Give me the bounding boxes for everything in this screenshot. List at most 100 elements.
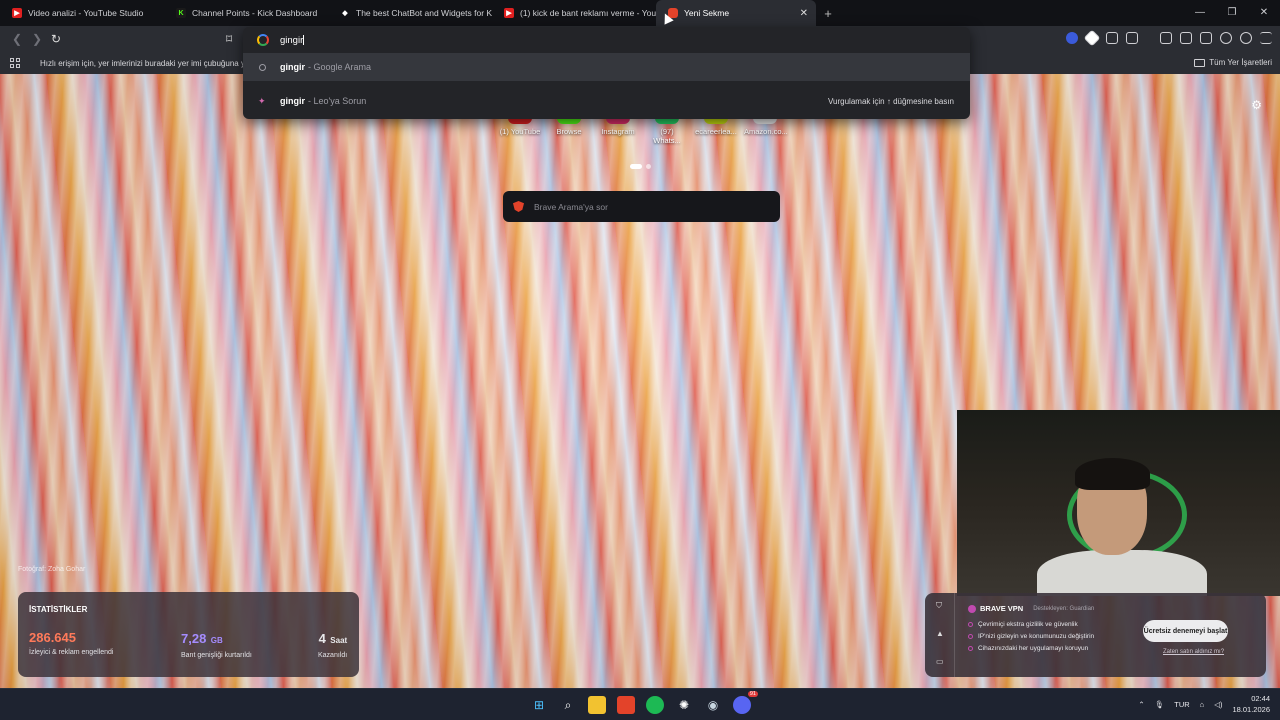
search-icon[interactable]: ⌕	[559, 696, 577, 714]
search-icon	[259, 63, 266, 71]
tab-title: Channel Points - Kick Dashboard	[192, 8, 318, 18]
brave-icon[interactable]	[617, 696, 635, 714]
kick-icon: K	[176, 8, 186, 18]
vpn-features: Çevrimiçi ekstra gizlilik ve güvenlik IP…	[968, 621, 1094, 657]
windows-start-icon[interactable]: ⊞	[530, 696, 548, 714]
chevron-up-icon[interactable]: ⌃	[1138, 700, 1144, 709]
stat-value: 286.645	[29, 630, 76, 645]
suggestion-source: - Leo'ya Sorun	[308, 96, 367, 106]
suggestion-query: gingir	[280, 62, 305, 72]
tab-youtube-studio[interactable]: ▶ Video analizi - YouTube Studio	[0, 0, 164, 26]
stat-label: Bant genişliği kurtarıldı	[181, 652, 252, 659]
address-input[interactable]: gingir	[280, 35, 305, 46]
wallet-icon[interactable]	[1200, 32, 1212, 44]
brave-search-input[interactable]	[534, 201, 774, 212]
file-explorer-icon[interactable]	[588, 696, 606, 714]
sidebar-icon[interactable]	[1180, 32, 1192, 44]
close-tab-icon[interactable]: ✕	[800, 8, 808, 19]
address-input-row[interactable]: gingir	[243, 27, 970, 53]
top-site-label: (97) Whats...	[653, 127, 681, 145]
tab-title: Yeni Sekme	[684, 8, 730, 18]
vpn-sponsor: Destekleyen: Guardian	[1033, 605, 1095, 612]
tab-chatbot[interactable]: ◆ The best ChatBot and Widgets for Ki	[328, 0, 492, 26]
top-site-label: ecareerlea...	[695, 127, 737, 136]
suggestion-source: - Google Arama	[308, 62, 372, 72]
stat-time: 4 Saat Kazanıldı	[318, 630, 347, 659]
suggestion-query: gingir	[280, 96, 305, 106]
all-bookmarks-button[interactable]: Tüm Yer İşaretleri	[1194, 58, 1272, 67]
youtube-icon: ▶	[12, 8, 22, 18]
stat-blocked: 286.645 İzleyici & reklam engellendi	[29, 630, 113, 656]
address-bar-dropdown: gingir gingir - Google Arama ✦ gingir - …	[243, 27, 970, 119]
vpn-feature: IP'nizi gizleyin ve konumunuzu değiştiri…	[968, 633, 1094, 640]
brave-search-box[interactable]	[503, 191, 780, 222]
folder-icon	[1194, 58, 1206, 67]
vpn-shield-icon[interactable]: ⛉	[936, 601, 942, 611]
person-hair	[1075, 458, 1150, 490]
tab-kick-dashboard[interactable]: K Channel Points - Kick Dashboard	[164, 0, 328, 26]
system-tray: ⌃ 🎙︎ TUR ⌂ ◁) 02:44 18.01.2026	[1138, 693, 1270, 715]
music-icon[interactable]	[1160, 32, 1172, 44]
steam-icon[interactable]: ◉	[704, 696, 722, 714]
stats-widget: İSTATİSTİKLER 286.645 İzleyici & reklam …	[18, 592, 359, 677]
warning-icon[interactable]: ▲	[936, 629, 944, 638]
bookmark-icon[interactable]: ⌑	[226, 32, 232, 46]
clock[interactable]: 02:44 18.01.2026	[1232, 693, 1270, 715]
already-purchased-link[interactable]: Zaten satın aldınız mı?	[1163, 649, 1224, 655]
clock-time: 02:44	[1251, 694, 1270, 703]
network-icon[interactable]: ⌂	[1200, 700, 1205, 709]
windows-taskbar: ⊞ ⌕ ✺ ◉ 91 ⌃ 🎙︎ TUR ⌂ ◁) 02:44 18.01.202…	[0, 688, 1280, 720]
top-site-label: Instagram	[601, 127, 635, 136]
minimize-icon[interactable]: —	[1184, 0, 1216, 26]
suggestion-leo[interactable]: ✦ gingir - Leo'ya Sorun Vurgulamak için …	[243, 87, 970, 115]
discord-badge: 91	[747, 691, 758, 697]
tab-title: (1) kick de bant reklamı verme - YouT	[520, 8, 656, 18]
stat-value: 4	[318, 631, 326, 646]
back-icon[interactable]: ❮	[12, 32, 22, 46]
bookmarks-hint: Hızlı erişim için, yer imlerinizi burada…	[40, 59, 245, 68]
discord-icon[interactable]: 91	[733, 691, 758, 714]
microphone-icon[interactable]: 🎙︎	[1155, 700, 1165, 709]
widget-switcher: ⛉ ▲ ▭	[925, 593, 955, 677]
card-icon[interactable]: ▭	[936, 657, 944, 666]
reload-icon[interactable]: ↻	[51, 32, 61, 46]
new-tab-button[interactable]: +	[816, 6, 840, 21]
profile-icon[interactable]	[1066, 32, 1078, 44]
tab-title: The best ChatBot and Widgets for Ki	[356, 8, 492, 18]
extensions-puzzle-icon[interactable]	[1106, 32, 1118, 44]
photo-credit[interactable]: Fotoğraf: Zoha Gohar	[18, 566, 85, 573]
screenshot-icon[interactable]	[1126, 32, 1138, 44]
tab-new-tab[interactable]: Yeni Sekme ✕	[656, 0, 816, 26]
leo-ai-icon[interactable]	[1220, 32, 1232, 44]
maximize-icon[interactable]: ❐	[1216, 0, 1248, 26]
taskbar-apps: ⊞ ⌕ ✺ ◉ 91	[530, 691, 758, 714]
volume-icon[interactable]: ◁)	[1214, 700, 1222, 709]
tab-youtube-video[interactable]: ▶ (1) kick de bant reklamı verme - YouT	[492, 0, 656, 26]
top-site-label: Browse	[556, 127, 582, 136]
top-site-label: Amazon.co...	[744, 127, 788, 136]
close-window-icon[interactable]: ✕	[1248, 0, 1280, 26]
stat-label: İzleyici & reklam engellendi	[29, 649, 114, 656]
menu-icon[interactable]	[1260, 32, 1272, 44]
forward-icon[interactable]: ❯	[32, 32, 42, 46]
webcam-overlay	[957, 410, 1280, 596]
stat-bandwidth: 7,28 GB Bant genişliği kurtarıldı	[181, 630, 252, 659]
clock-date: 18.01.2026	[1232, 705, 1270, 714]
suggestion-google[interactable]: gingir - Google Arama	[243, 53, 970, 81]
tab-strip: ▶ Video analizi - YouTube Studio K Chann…	[0, 0, 1280, 26]
gear-icon[interactable]: ⚙	[1251, 98, 1262, 112]
extension-diamond-icon[interactable]	[1083, 29, 1101, 47]
brave-lion-icon	[513, 201, 524, 212]
vpn-header: BRAVE VPN Destekleyen: Guardian	[968, 604, 1094, 613]
top-sites-pager[interactable]	[630, 164, 651, 169]
start-trial-button[interactable]: Ücretsiz denemeyi başlat	[1143, 620, 1228, 642]
stat-unit: Saat	[330, 636, 348, 645]
vpn-shield-icon[interactable]	[1240, 32, 1252, 44]
spotify-icon[interactable]	[646, 696, 664, 714]
stat-unit: GB	[210, 636, 223, 645]
apps-grid-icon[interactable]	[10, 58, 20, 68]
language-indicator[interactable]: TUR	[1174, 700, 1189, 709]
vpn-title: BRAVE VPN	[980, 604, 1024, 613]
chatgpt-icon[interactable]: ✺	[675, 696, 693, 714]
toolbar-icons	[1066, 29, 1272, 47]
